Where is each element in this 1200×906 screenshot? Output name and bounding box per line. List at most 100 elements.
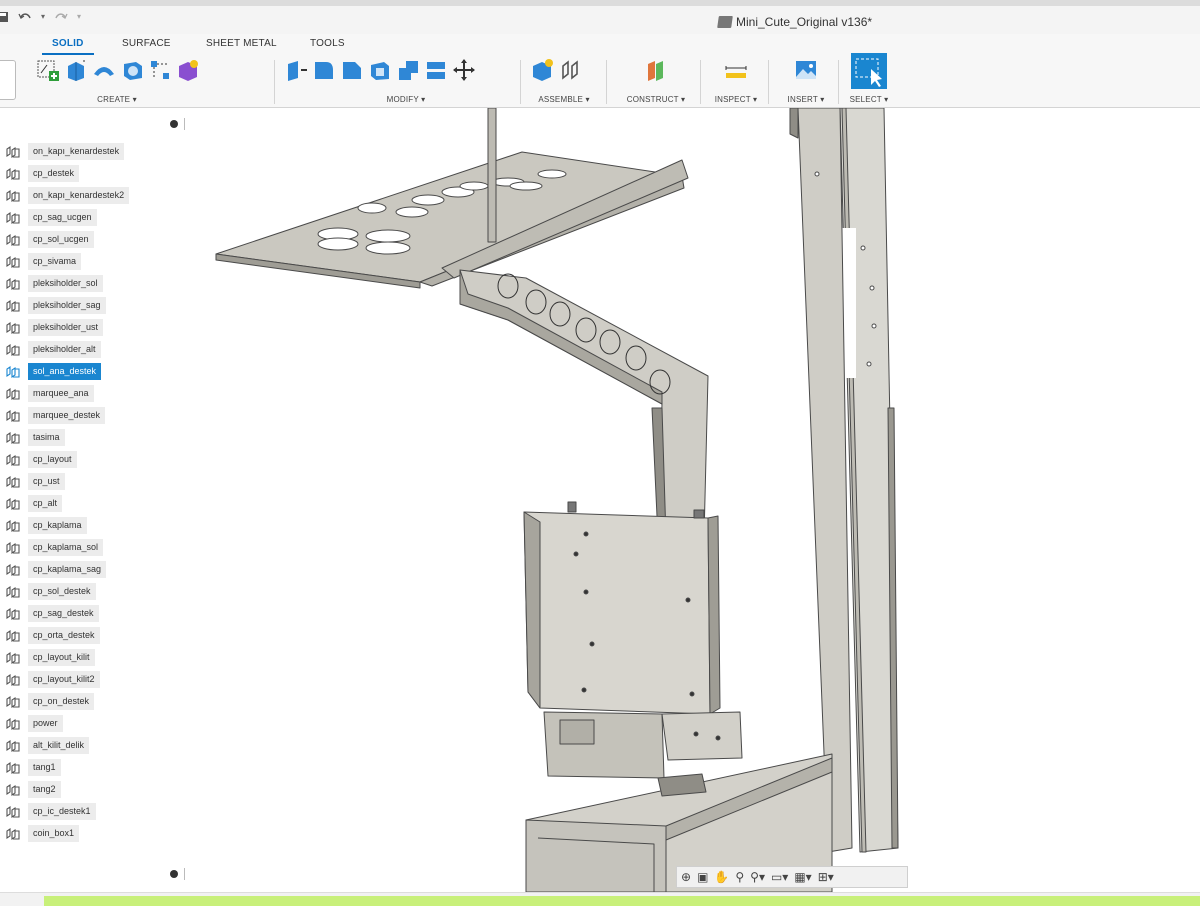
combine-icon[interactable] <box>396 58 420 82</box>
save-icon[interactable] <box>0 10 9 26</box>
zoom-icon[interactable]: ⚲ <box>735 871 744 883</box>
browser-component-item[interactable]: cp_layout_kilit2 <box>0 668 192 690</box>
browser-component-item[interactable]: pleksiholder_sag <box>0 294 192 316</box>
browser-component-item[interactable]: cp_kaplama <box>0 514 192 536</box>
browser-component-item[interactable]: coin_box1 <box>0 822 192 844</box>
orbit-icon[interactable]: ⊕ <box>681 871 691 883</box>
tab-surface[interactable]: SURFACE <box>122 38 171 49</box>
browser-component-item[interactable]: cp_sag_destek <box>0 602 192 624</box>
display-mode-icon[interactable]: ▭▾ <box>771 871 788 883</box>
browser-component-item[interactable]: cp_on_destek <box>0 690 192 712</box>
browser-component-item[interactable]: on_kapı_kenardestek2 <box>0 184 192 206</box>
browser-component-item[interactable]: alt_kilit_delik <box>0 734 192 756</box>
browser-header <box>0 116 192 132</box>
browser-component-item[interactable]: cp_ic_destek1 <box>0 800 192 822</box>
look-at-icon[interactable]: ▣ <box>697 871 708 883</box>
hole-icon[interactable] <box>120 58 144 82</box>
component-list: on_kapı_kenardestek cp_destek on_kapı_kena… <box>0 140 192 844</box>
grid-icon[interactable]: ▦▾ <box>794 871 811 883</box>
undo-icon[interactable] <box>17 10 33 26</box>
create-sketch-icon[interactable] <box>36 58 60 82</box>
press-pull-icon[interactable] <box>284 58 308 82</box>
component-name: tang1 <box>28 758 61 776</box>
insert-canvas-icon[interactable] <box>794 58 818 82</box>
joint-icon[interactable] <box>558 58 582 82</box>
browser-component-item[interactable]: marquee_ana <box>0 382 192 404</box>
browser-component-item[interactable]: cp_sivama <box>0 250 192 272</box>
tab-solid[interactable]: SOLID <box>42 38 93 55</box>
component-icon <box>6 563 20 577</box>
browser-component-item[interactable]: cp_sag_ucgen <box>0 206 192 228</box>
select-icon[interactable] <box>851 53 887 89</box>
redo-icon[interactable] <box>53 10 69 26</box>
component-name: cp_sag_ucgen <box>28 208 97 226</box>
browser-component-item[interactable]: cp_sol_ucgen <box>0 228 192 250</box>
status-progress-strip <box>44 896 1200 906</box>
insert-menu-label[interactable]: INSERT ▾ <box>778 95 834 104</box>
component-icon <box>6 497 20 511</box>
move-copy-icon[interactable] <box>452 58 476 82</box>
zoom-window-icon[interactable]: ⚲▾ <box>750 871 765 883</box>
browser-component-item[interactable]: marquee_destek <box>0 404 192 426</box>
pan-icon[interactable]: ✋ <box>714 871 729 883</box>
component-icon <box>6 783 20 797</box>
browser-component-item[interactable]: cp_layout_kilit <box>0 646 192 668</box>
component-icon <box>6 233 20 247</box>
tab-sheet-metal[interactable]: SHEET METAL <box>206 38 277 49</box>
browser-collapse-icon[interactable] <box>170 120 178 128</box>
browser-component-item[interactable]: cp_sol_destek <box>0 580 192 602</box>
browser-panel: on_kapı_kenardestek cp_destek on_kapı_kena… <box>0 110 192 890</box>
component-name: alt_kilit_delik <box>28 736 90 754</box>
extrude-icon[interactable] <box>64 58 88 82</box>
create-menu-label[interactable]: CREATE ▾ <box>36 95 198 104</box>
browser-component-item[interactable]: cp_layout <box>0 448 192 470</box>
browser-component-item[interactable]: pleksiholder_alt <box>0 338 192 360</box>
browser-component-item[interactable]: tang2 <box>0 778 192 800</box>
ribbon-divider <box>700 60 701 104</box>
component-icon <box>6 453 20 467</box>
cad-model-canvas[interactable] <box>192 108 1200 892</box>
component-name: pleksiholder_sag <box>28 296 106 314</box>
browser-component-item[interactable]: cp_kaplama_sol <box>0 536 192 558</box>
pattern-icon[interactable] <box>148 58 172 82</box>
tab-tools[interactable]: TOOLS <box>310 38 345 49</box>
component-icon <box>6 365 20 379</box>
create-form-icon[interactable] <box>176 58 200 82</box>
browser-component-item[interactable]: cp_kaplama_sag <box>0 558 192 580</box>
chamfer-icon[interactable] <box>340 58 364 82</box>
browser-component-item[interactable]: tasima <box>0 426 192 448</box>
control-panel-plate <box>215 151 683 283</box>
redo-dropdown-icon[interactable]: ▾ <box>77 12 81 26</box>
select-menu-label[interactable]: SELECT ▾ <box>842 95 896 104</box>
browser-component-item[interactable]: cp_orta_destek <box>0 624 192 646</box>
construct-menu-label[interactable]: CONSTRUCT ▾ <box>616 95 696 104</box>
browser-component-item[interactable]: on_kapı_kenardestek <box>0 140 192 162</box>
viewports-icon[interactable]: ⊞▾ <box>818 871 834 883</box>
browser-component-item[interactable]: sol_ana_destek <box>0 360 192 382</box>
panel-grip-icon[interactable] <box>184 868 186 880</box>
measure-icon[interactable] <box>724 58 748 82</box>
fillet-icon[interactable] <box>312 58 336 82</box>
component-icon <box>6 629 20 643</box>
offset-plane-icon[interactable] <box>644 58 668 82</box>
canvas-viewport[interactable] <box>192 108 1200 892</box>
design-workspace-switcher[interactable] <box>0 60 16 100</box>
new-component-icon[interactable] <box>530 58 554 82</box>
browser-component-item[interactable]: cp_destek <box>0 162 192 184</box>
revolve-icon[interactable] <box>92 58 116 82</box>
shell-icon[interactable] <box>368 58 392 82</box>
browser-component-item[interactable]: tang1 <box>0 756 192 778</box>
browser-component-item[interactable]: cp_alt <box>0 492 192 514</box>
browser-component-item[interactable]: power <box>0 712 192 734</box>
comments-expand-icon[interactable] <box>170 870 178 878</box>
browser-component-item[interactable]: cp_ust <box>0 470 192 492</box>
browser-component-item[interactable]: pleksiholder_ust <box>0 316 192 338</box>
split-body-icon[interactable] <box>424 58 448 82</box>
component-name: cp_ust <box>28 472 65 490</box>
browser-component-item[interactable]: pleksiholder_sol <box>0 272 192 294</box>
inspect-menu-label[interactable]: INSPECT ▾ <box>708 95 764 104</box>
modify-menu-label[interactable]: MODIFY ▾ <box>284 95 528 104</box>
undo-dropdown-icon[interactable]: ▾ <box>41 12 45 26</box>
panel-grip-icon[interactable] <box>184 118 186 130</box>
assemble-menu-label[interactable]: ASSEMBLE ▾ <box>530 95 598 104</box>
